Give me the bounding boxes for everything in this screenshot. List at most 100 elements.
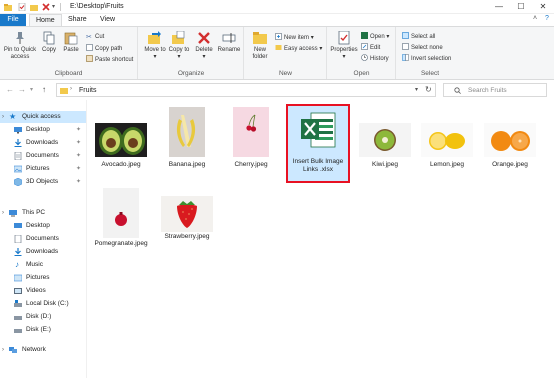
file-item[interactable]: Banana.jpeg xyxy=(156,105,218,175)
rename-button[interactable]: Rename xyxy=(217,31,241,54)
expand-chevron-icon[interactable]: › xyxy=(2,111,4,123)
easy-access-button[interactable]: Easy access ▾ xyxy=(275,44,322,52)
documents-icon xyxy=(14,152,22,160)
history-button[interactable]: History xyxy=(361,54,389,62)
tab-view[interactable]: View xyxy=(94,14,121,26)
maximize-icon[interactable]: ☐ xyxy=(510,0,532,14)
file-item-selected[interactable]: Insert Bulk Image Links .xlsx xyxy=(287,105,349,182)
open-button[interactable]: Open ▾ xyxy=(361,32,389,40)
address-bar[interactable]: › Fruits ▾ ↻ xyxy=(56,83,436,97)
sidebar-item-this-pc[interactable]: › This PC xyxy=(0,207,86,219)
sidebar-item-music[interactable]: ♪ Music xyxy=(0,259,86,271)
cherry-thumbnail xyxy=(233,107,269,157)
sidebar-item-disk-e[interactable]: Disk (E:) xyxy=(0,324,86,336)
pin-quick-access-button[interactable]: Pin to Quick access xyxy=(1,31,39,61)
properties-check-icon[interactable] xyxy=(18,3,26,11)
sidebar-item-desktop[interactable]: Desktop ✦ xyxy=(0,124,86,136)
select-none-label: Select none xyxy=(411,45,443,51)
back-arrow-icon[interactable]: ← xyxy=(6,85,14,94)
expand-chevron-icon[interactable]: › xyxy=(2,344,4,356)
paste-button[interactable]: Paste xyxy=(61,31,81,54)
file-name: Banana.jpeg xyxy=(168,161,206,168)
select-all-label: Select all xyxy=(411,34,436,40)
sidebar-item-disk-d[interactable]: Disk (D:) xyxy=(0,311,86,323)
edit-button[interactable]: Edit xyxy=(361,43,380,51)
customize-arrow-icon[interactable]: ▾ xyxy=(52,3,60,11)
copy-button[interactable]: Copy xyxy=(40,31,58,54)
clipboard-group: Pin to Quick access Copy Paste ✂ Cut Copy… xyxy=(0,27,138,79)
properties-icon xyxy=(338,31,350,45)
search-input[interactable]: Search Fruits xyxy=(443,83,547,97)
collapse-ribbon-icon[interactable]: ˄ xyxy=(530,15,540,25)
delete-icon xyxy=(198,32,210,44)
videos-icon xyxy=(14,288,22,294)
minimize-icon[interactable]: — xyxy=(488,0,510,14)
select-none-button[interactable]: Select none xyxy=(402,43,443,51)
rename-label: Rename xyxy=(217,47,241,53)
copy-path-button[interactable]: Copy path xyxy=(86,44,122,52)
tab-file[interactable]: File xyxy=(0,14,26,26)
file-item[interactable]: Strawberry.jpeg xyxy=(156,188,218,258)
move-to-dropdown-icon: ▾ xyxy=(153,54,157,60)
sidebar-item-pc-desktop[interactable]: Desktop xyxy=(0,220,86,232)
pomegranate-thumbnail xyxy=(103,188,139,238)
recent-dropdown-icon[interactable]: ▾ xyxy=(30,86,33,93)
close-icon[interactable]: ✕ xyxy=(532,0,554,14)
sidebar-item-pc-documents[interactable]: Documents xyxy=(0,233,86,245)
breadcrumb-chevron-icon[interactable]: › xyxy=(70,86,72,92)
cut-button[interactable]: ✂ Cut xyxy=(86,33,104,41)
sidebar-item-pc-pictures[interactable]: Pictures xyxy=(0,272,86,284)
move-to-button[interactable]: Move to ▾ xyxy=(144,31,166,61)
new-item-label: New item xyxy=(284,35,310,41)
pinned-icon: ✦ xyxy=(76,166,82,172)
invert-selection-button[interactable]: Invert selection xyxy=(402,54,451,62)
delete-x-icon[interactable] xyxy=(42,3,50,11)
tab-share[interactable]: Share xyxy=(62,14,93,26)
sidebar-item-quick-access[interactable]: › ★ Quick access xyxy=(0,111,86,123)
expand-chevron-icon[interactable]: › xyxy=(2,207,4,219)
help-icon[interactable]: ? xyxy=(542,15,552,25)
pin-label: Pin to Quick access xyxy=(3,47,37,60)
properties-button[interactable]: Properties ▾ xyxy=(329,31,359,61)
new-folder-button[interactable]: New folder xyxy=(248,31,272,61)
disk-d-label: Disk (D:) xyxy=(26,313,52,320)
sidebar-item-pc-downloads[interactable]: Downloads xyxy=(0,246,86,258)
orange-thumbnail xyxy=(484,123,536,157)
select-all-button[interactable]: Select all xyxy=(402,32,435,40)
up-arrow-icon[interactable]: ↑ xyxy=(42,85,46,94)
sidebar-item-pictures[interactable]: Pictures ✦ xyxy=(0,163,86,175)
file-item[interactable]: Orange.jpeg xyxy=(479,105,541,175)
file-item[interactable]: Kiwi.jpeg xyxy=(354,105,416,175)
file-item[interactable]: Cherry.jpeg xyxy=(220,105,282,175)
organize-group-label: Organize xyxy=(177,70,205,77)
forward-arrow-icon[interactable]: → xyxy=(18,85,26,94)
sidebar-item-network[interactable]: › Network xyxy=(0,344,86,356)
explorer-folder-icon[interactable] xyxy=(4,3,12,11)
tab-home[interactable]: Home xyxy=(29,14,62,26)
sidebar-item-documents[interactable]: Documents ✦ xyxy=(0,150,86,162)
file-item[interactable]: Pomegranate.jpeg xyxy=(90,188,152,264)
invert-selection-icon xyxy=(402,54,409,61)
new-item-button[interactable]: New item ▾ xyxy=(275,33,314,41)
sidebar-item-local-disk-c[interactable]: Local Disk (C:) xyxy=(0,298,86,310)
sidebar-item-downloads[interactable]: Downloads ✦ xyxy=(0,137,86,149)
open-icon xyxy=(361,32,368,39)
address-dropdown-icon[interactable]: ▾ xyxy=(415,86,418,93)
breadcrumb[interactable]: Fruits xyxy=(79,87,97,94)
new-item-dropdown-icon: ▾ xyxy=(310,35,314,41)
sidebar-item-3d-objects[interactable]: 3D Objects ✦ xyxy=(0,176,86,188)
3d-objects-icon xyxy=(14,178,22,186)
sidebar-item-videos[interactable]: Videos xyxy=(0,285,86,297)
new-folder-icon[interactable] xyxy=(30,3,38,11)
file-item[interactable]: Lemon.jpeg xyxy=(416,105,478,175)
videos-label: Videos xyxy=(26,287,46,294)
desktop-icon xyxy=(14,127,22,134)
file-item[interactable]: Avocado.jpeg xyxy=(90,105,152,175)
refresh-icon[interactable]: ↻ xyxy=(425,85,432,94)
delete-button[interactable]: Delete ▾ xyxy=(193,31,215,61)
paste-shortcut-button[interactable]: Paste shortcut xyxy=(86,55,133,63)
copy-to-button[interactable]: Copy to ▾ xyxy=(168,31,190,61)
documents-label: Documents xyxy=(26,152,59,159)
new-folder-label: New folder xyxy=(252,47,268,60)
easy-access-icon xyxy=(275,45,282,50)
